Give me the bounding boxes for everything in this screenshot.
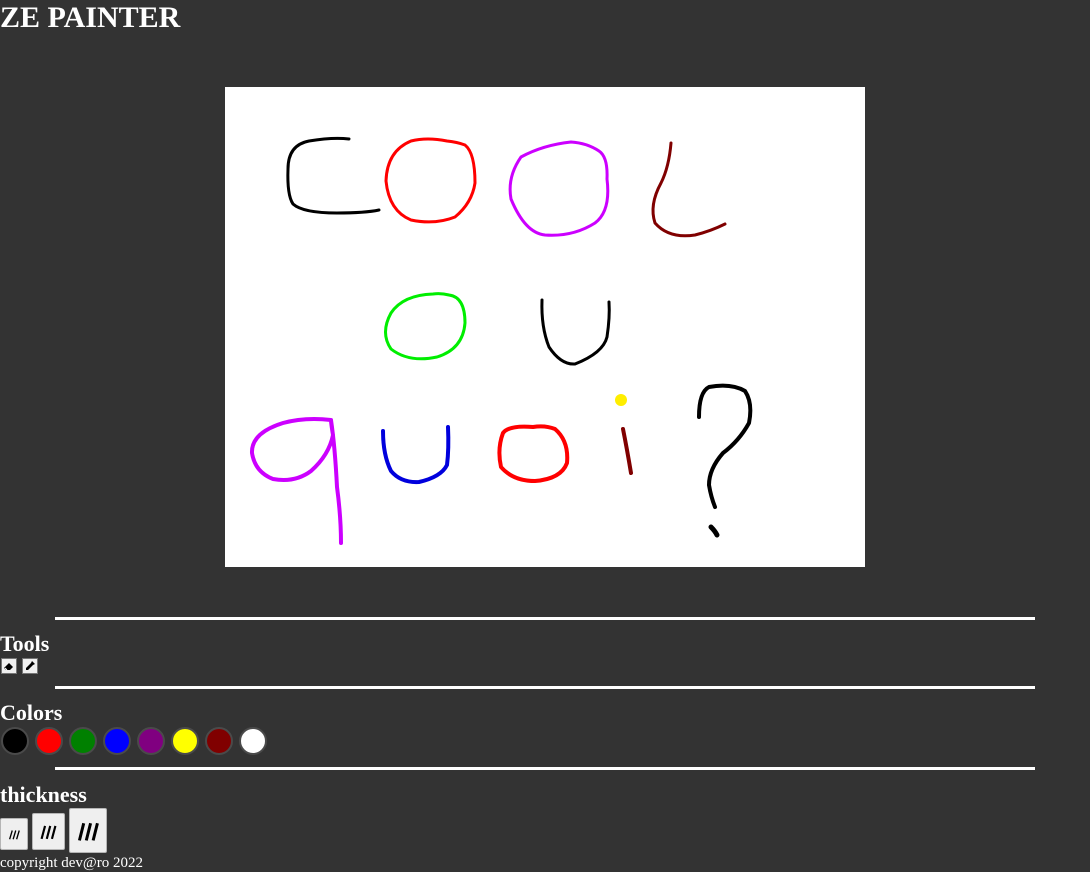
color-swatch-800000[interactable] xyxy=(205,727,233,755)
stroke-letter-l xyxy=(651,141,727,238)
stroke-question-dot xyxy=(708,524,720,538)
app-title: ZE PAINTER xyxy=(0,1,181,34)
tools-heading: Tools xyxy=(0,631,50,656)
stroke-letter-q xyxy=(250,417,343,545)
thickness-heading: thickness xyxy=(0,782,87,807)
color-swatch-000000[interactable] xyxy=(1,727,29,755)
stroke-letter-o-green xyxy=(384,292,467,361)
eraser-button[interactable] xyxy=(1,658,17,674)
stroke-letter-c xyxy=(286,136,381,215)
stroke-letter-i-stem xyxy=(621,427,633,475)
divider-bottom xyxy=(55,767,1035,770)
color-swatch-800080[interactable] xyxy=(137,727,165,755)
eyedropper-icon xyxy=(26,661,35,670)
stroke-letter-u-black xyxy=(540,298,611,366)
divider-top xyxy=(55,617,1035,620)
thick-lines-icon xyxy=(77,822,99,841)
color-swatch-ffffff[interactable] xyxy=(239,727,267,755)
stroke-letter-o-red-small xyxy=(497,424,570,483)
stroke-letter-u-blue xyxy=(381,425,451,485)
colors-heading: Colors xyxy=(0,700,63,725)
color-swatch-0000ff[interactable] xyxy=(103,727,131,755)
color-swatch-008000[interactable] xyxy=(69,727,97,755)
stroke-question-mark xyxy=(697,383,753,509)
divider-middle xyxy=(55,686,1035,689)
stroke-letter-o-magenta xyxy=(508,140,610,237)
copyright-text: copyright dev@ro 2022 xyxy=(0,855,143,871)
thickness-medium-button[interactable] xyxy=(32,813,65,850)
color-swatch-ffff00[interactable] xyxy=(171,727,199,755)
color-swatch-ff0000[interactable] xyxy=(35,727,63,755)
thickness-thick-button[interactable] xyxy=(69,808,107,853)
thin-lines-icon xyxy=(8,830,20,840)
thickness-thin-button[interactable] xyxy=(0,818,28,850)
medium-lines-icon xyxy=(40,825,57,839)
drawing-canvas[interactable] xyxy=(225,87,865,567)
stroke-letter-i-dot xyxy=(615,394,627,406)
eyedropper-button[interactable] xyxy=(22,658,38,674)
stroke-letter-o-red xyxy=(384,137,477,224)
eraser-icon xyxy=(4,663,13,671)
